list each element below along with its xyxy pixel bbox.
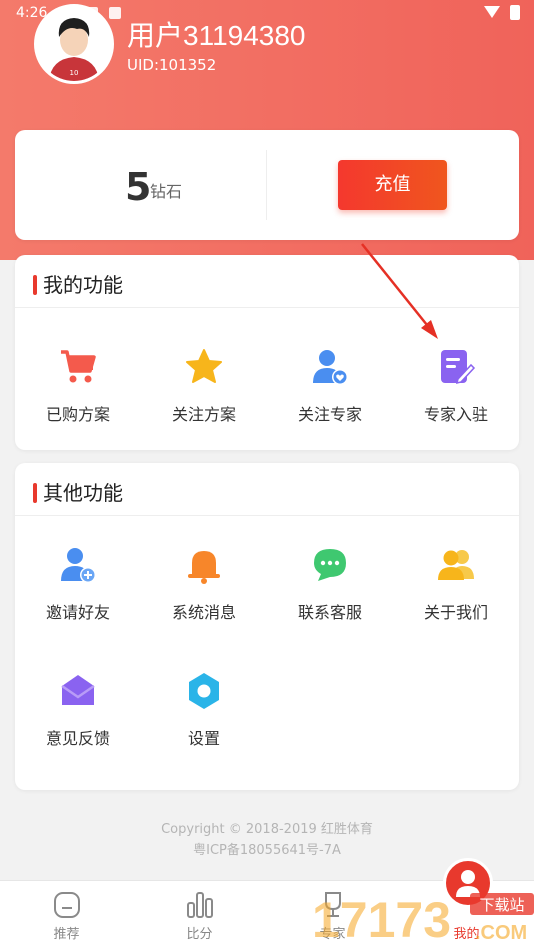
other-functions-title-text: 其他功能: [43, 481, 123, 505]
add-user-icon: [61, 548, 96, 583]
avatar-jersey-number: 10: [70, 69, 79, 77]
menu-item-label: 已购方案: [45, 405, 110, 424]
menu-item-label: 专家入驻: [423, 405, 488, 424]
other-functions-card: 其他功能 邀请好友 系统消息 联系客服 关于我们 意见反馈 设置: [15, 463, 519, 790]
menu-item-label: 关注方案: [171, 405, 236, 424]
recharge-button[interactable]: 充值: [338, 160, 447, 210]
bell-icon: [188, 551, 220, 584]
menu-item-about-us[interactable]: 关于我们: [393, 545, 519, 623]
cart-icon: [61, 350, 96, 383]
mail-icon: [61, 675, 95, 705]
menu-item-label: 设置: [187, 729, 220, 748]
my-functions-title-text: 我的功能: [43, 273, 123, 297]
section-accent-bar: [33, 275, 37, 295]
my-functions-card: 我的功能 已购方案 关注方案 关注专家 专家入驻: [15, 255, 519, 450]
user-uid: UID:101352: [127, 56, 217, 74]
menu-item-followed-experts[interactable]: 关注专家: [267, 347, 393, 425]
section-divider: [15, 515, 519, 516]
menu-item-settings[interactable]: 设置: [141, 671, 267, 749]
watermark-brand: 17173: [312, 892, 451, 948]
watermark-logo: 17173 下载站 .COM: [312, 892, 534, 948]
home-icon: [53, 892, 80, 918]
menu-item-followed-plans[interactable]: 关注方案: [141, 347, 267, 425]
menu-item-label: 系统消息: [171, 603, 236, 622]
menu-item-contact-support[interactable]: 联系客服: [267, 545, 393, 623]
my-functions-title: 我的功能: [33, 269, 123, 298]
menu-item-purchased-plans[interactable]: 已购方案: [15, 347, 141, 425]
avatar[interactable]: 10: [34, 4, 114, 84]
menu-item-label: 关注专家: [297, 405, 362, 424]
menu-item-system-messages[interactable]: 系统消息: [141, 545, 267, 623]
other-functions-title: 其他功能: [33, 477, 123, 506]
bar-chart-icon: [186, 892, 213, 918]
watermark-tag: 下载站: [479, 896, 524, 914]
tab-scores[interactable]: 比分: [133, 881, 266, 950]
diamond-count: 5: [125, 165, 152, 209]
section-accent-bar: [33, 483, 37, 503]
wallet-divider: [266, 150, 267, 220]
gear-icon: [189, 673, 219, 709]
star-icon: [186, 349, 222, 383]
chat-icon: [314, 549, 346, 581]
users-icon: [438, 550, 474, 580]
app-notification-icon: [109, 7, 121, 19]
menu-item-feedback[interactable]: 意见反馈: [15, 671, 141, 749]
menu-item-invite-friends[interactable]: 邀请好友: [15, 545, 141, 623]
wifi-icon: [484, 6, 500, 18]
username: 用户31194380: [127, 20, 306, 51]
menu-item-label: 意见反馈: [45, 729, 110, 748]
user-heart-icon: [313, 350, 348, 385]
tab-recommend[interactable]: 推荐: [0, 881, 133, 950]
battery-icon: [510, 5, 520, 20]
diamond-unit: 钻石: [150, 182, 183, 201]
tab-label: 推荐: [53, 927, 80, 942]
edit-doc-icon: [441, 350, 476, 385]
tab-label: 比分: [186, 927, 213, 942]
copyright-text: Copyright © 2018-2019 红胜体育: [161, 822, 373, 837]
wallet-card: 5 钻石 充值: [15, 130, 519, 240]
watermark-domain: .COM: [475, 922, 527, 944]
menu-item-expert-join[interactable]: 专家入驻: [393, 347, 519, 425]
menu-item-label: 关于我们: [423, 603, 488, 622]
icp-text: 粤ICP备18055641号-7A: [193, 843, 341, 858]
menu-item-label: 联系客服: [297, 603, 362, 622]
section-divider: [15, 307, 519, 308]
menu-item-label: 邀请好友: [45, 603, 110, 622]
